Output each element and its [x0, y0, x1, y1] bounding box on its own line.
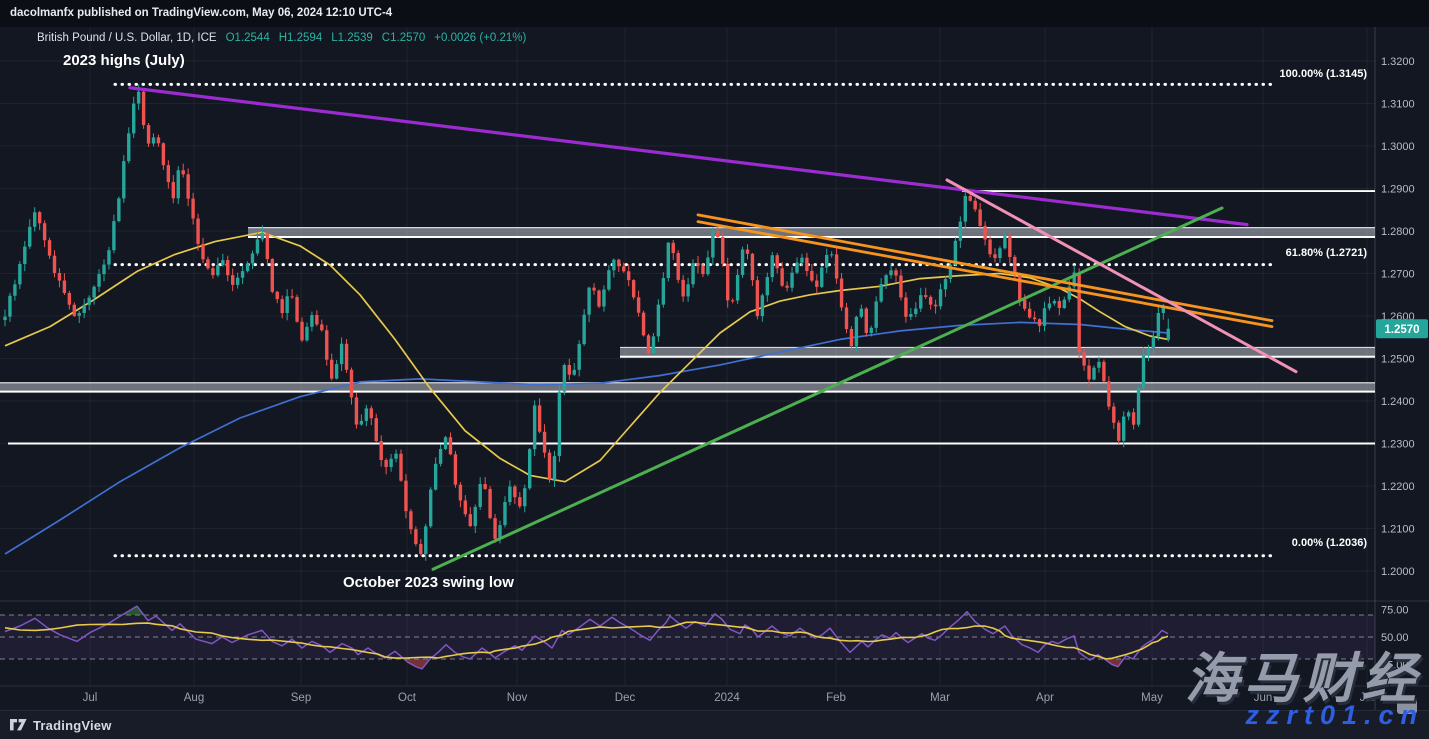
- price-tick-label: 1.3100: [1381, 99, 1415, 111]
- tradingview-brand-text[interactable]: TradingView: [33, 718, 112, 733]
- candlestick-chart-canvas[interactable]: 1.32001.31001.30001.29001.28001.27001.26…: [0, 0, 1429, 739]
- time-tick-label: Oct: [398, 692, 417, 704]
- footer-bar: TradingView: [0, 710, 1429, 739]
- tradingview-logo-icon[interactable]: [10, 718, 27, 733]
- ohlc-open: O1.2544: [226, 32, 270, 44]
- price-tick-label: 1.2700: [1381, 269, 1415, 281]
- price-tick-label: 1.3200: [1381, 56, 1415, 68]
- price-tick-label: 1.2900: [1381, 184, 1415, 196]
- time-tick-label: Dec: [615, 692, 636, 704]
- ohlc-change: +0.0026 (+0.21%): [434, 32, 526, 44]
- price-tick-label: 1.2500: [1381, 354, 1415, 366]
- price-tick-label: 1.2100: [1381, 524, 1415, 536]
- price-tick-label: 1.2200: [1381, 481, 1415, 493]
- time-tick-label: 2024: [714, 692, 740, 704]
- price-tick-label: 1.3000: [1381, 141, 1415, 153]
- publisher-text: dacolmanfx published on TradingView.com,…: [10, 7, 392, 19]
- ohlc-low: L1.2539: [331, 32, 373, 44]
- time-tick-label: Aug: [184, 692, 204, 704]
- fib-label-618: 61.80% (1.2721): [1286, 247, 1367, 259]
- time-tick-label: Apr: [1036, 692, 1054, 704]
- last-price-badge-text: 1.2570: [1384, 324, 1419, 336]
- rsi-tick-label: 75.00: [1381, 605, 1409, 617]
- annotation-october-swing-low: October 2023 swing low: [343, 574, 514, 591]
- time-tick-label: May: [1141, 692, 1163, 704]
- price-tick-label: 1.2300: [1381, 439, 1415, 451]
- symbol-title[interactable]: British Pound / U.S. Dollar, 1D, ICE: [37, 32, 217, 44]
- time-tick-label: Mar: [930, 692, 950, 704]
- fib-label-0: 0.00% (1.2036): [1292, 537, 1367, 549]
- time-tick-label: Feb: [826, 692, 846, 704]
- time-tick-label: Nov: [507, 692, 528, 704]
- annotation-2023-highs: 2023 highs (July): [63, 52, 185, 69]
- time-tick-label: Jul: [83, 692, 98, 704]
- symbol-info-row: British Pound / U.S. Dollar, 1D, ICE O1.…: [37, 32, 526, 44]
- time-tick-label: Sep: [291, 692, 311, 704]
- price-tick-label: 1.2000: [1381, 566, 1415, 578]
- price-tick-label: 1.2800: [1381, 226, 1415, 238]
- publisher-bar: dacolmanfx published on TradingView.com,…: [0, 0, 1429, 27]
- zone-support-1.2435: [0, 383, 1375, 392]
- price-tick-label: 1.2400: [1381, 396, 1415, 408]
- tradingview-published-chart: { "publisher_bar": { "text": "dacolmanfx…: [0, 0, 1429, 739]
- fib-label-100: 100.00% (1.3145): [1280, 68, 1367, 80]
- watermark-url: zzrt01.cn: [1245, 700, 1424, 731]
- ohlc-high: H1.2594: [279, 32, 322, 44]
- ohlc-close: C1.2570: [382, 32, 425, 44]
